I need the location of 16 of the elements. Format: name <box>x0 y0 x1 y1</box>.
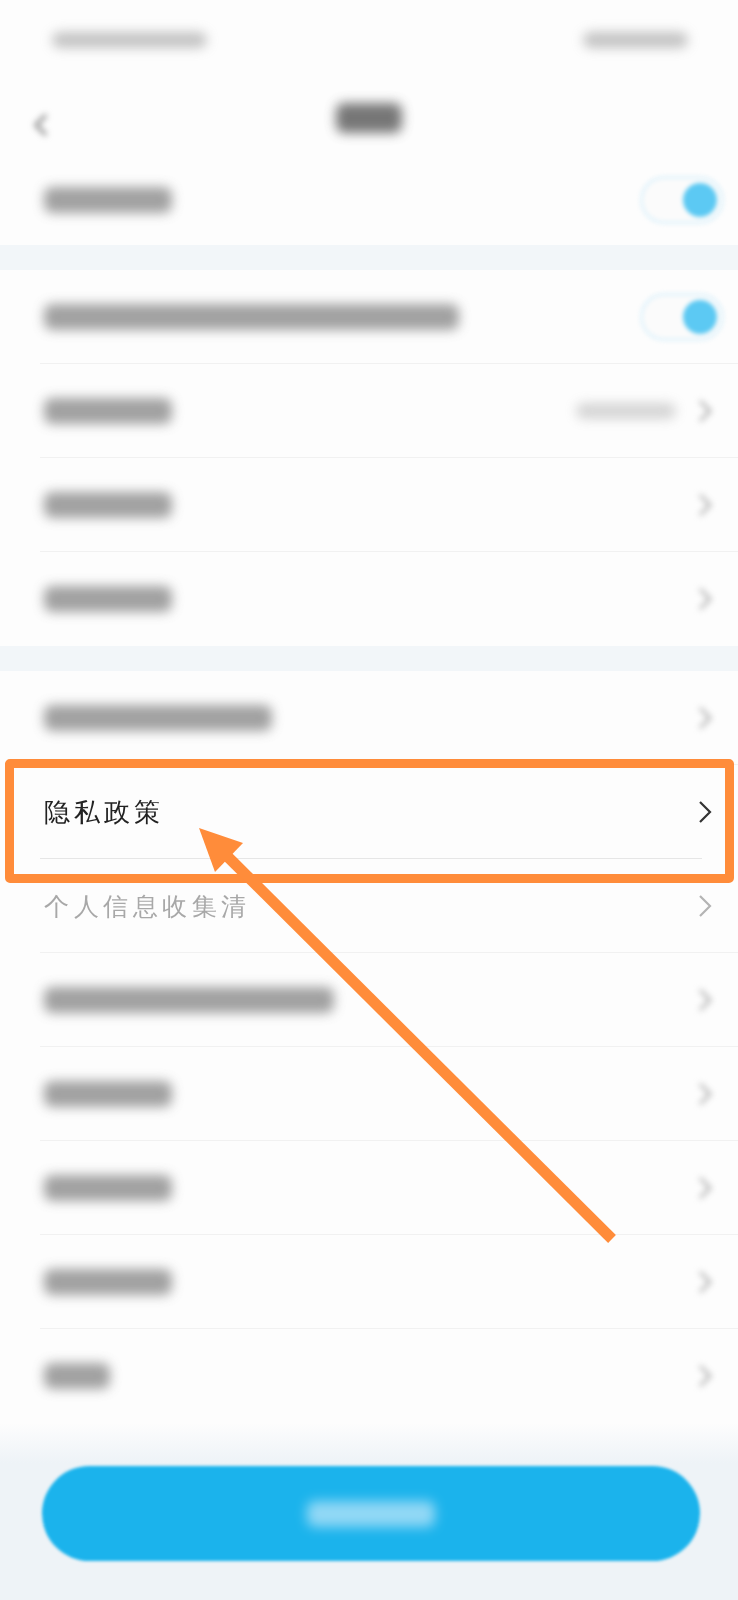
chevron-icon <box>698 1082 712 1106</box>
bottom-button[interactable] <box>42 1466 700 1561</box>
chevron-icon <box>698 493 712 517</box>
chevron-icon <box>698 988 712 1012</box>
toggle-switch[interactable] <box>640 293 724 341</box>
setting-label[interactable]: 隐私政策 <box>44 794 164 830</box>
chevron-icon <box>698 1176 712 1200</box>
toggle-switch[interactable] <box>640 176 724 224</box>
chevron-icon <box>698 587 712 611</box>
chevron-icon <box>698 1364 712 1388</box>
chevron-icon <box>698 894 712 918</box>
chevron-icon <box>698 1270 712 1294</box>
chevron-icon <box>698 800 712 824</box>
chevron-icon <box>698 399 712 423</box>
chevron-icon <box>698 706 712 730</box>
back-icon[interactable] <box>34 113 48 137</box>
